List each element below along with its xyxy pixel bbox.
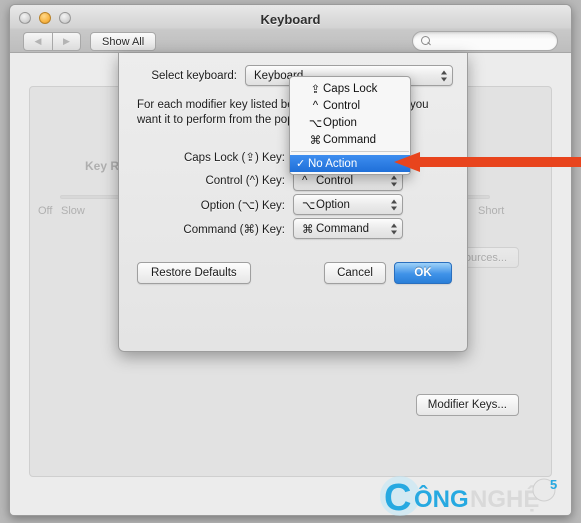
back-button[interactable]: ◀ [23, 32, 52, 51]
control-value-glyph: ^ [302, 175, 316, 187]
show-all-label: Show All [102, 36, 144, 48]
restore-defaults-button[interactable]: Restore Defaults [137, 262, 251, 284]
ok-label: OK [414, 267, 431, 279]
forward-button[interactable]: ▶ [52, 32, 81, 51]
stepper-arrows-icon [390, 198, 397, 211]
off-label: Off [38, 205, 52, 217]
command-label: Command (⌘) Key: [137, 222, 285, 236]
svg-text:ÔNG: ÔNG [414, 485, 469, 513]
option-glyph-icon: ⌥ [308, 116, 323, 130]
forward-arrow-icon: ▶ [63, 36, 70, 47]
caps-lock-label: Caps Lock (⇪) Key: [137, 150, 285, 164]
command-glyph-icon: ⌘ [308, 133, 323, 147]
svg-text:5: 5 [550, 477, 557, 492]
congnghe-watermark-logo: C ÔNG NGHỆ 5 [378, 474, 568, 518]
caps-lock-popup-menu: ⇪ Caps Lock ^ Control ⌥ Option ⌘ Command [289, 76, 411, 175]
window-title: Keyboard [10, 12, 571, 27]
search-input[interactable] [421, 35, 567, 47]
svg-text:C: C [384, 477, 411, 518]
menu-item-no-action[interactable]: ✓ No Action [290, 155, 410, 172]
command-value-glyph: ⌘ [302, 222, 316, 236]
option-popup[interactable]: ⌥ Option [293, 194, 403, 215]
ok-button[interactable]: OK [394, 262, 452, 284]
modifier-keys-label: Modifier Keys... [428, 399, 507, 411]
command-popup[interactable]: ⌘ Command [293, 218, 403, 239]
stepper-arrows-icon [440, 69, 447, 82]
menu-item-option[interactable]: ⌥ Option [290, 114, 410, 131]
cancel-label: Cancel [337, 267, 373, 279]
window-titlebar: Keyboard ◀ ▶ Show All [10, 5, 571, 53]
restore-defaults-label: Restore Defaults [151, 267, 237, 279]
modifier-keys-sheet: Select keyboard: Keyboard For each modif… [118, 53, 468, 352]
option-label: Option (⌥) Key: [137, 198, 285, 212]
menu-item-label: No Action [308, 158, 357, 170]
control-value: Control [316, 175, 353, 187]
menu-item-control[interactable]: ^ Control [290, 97, 410, 114]
option-value: Option [316, 199, 350, 211]
modifier-keys-button[interactable]: Modifier Keys... [416, 394, 519, 416]
svg-text:NGHỆ: NGHỆ [470, 485, 539, 513]
keyboard-preferences-window: Keyboard ◀ ▶ Show All Key Repeat Delay U… [9, 4, 572, 516]
short-label: Short [478, 205, 504, 217]
menu-item-caps-lock[interactable]: ⇪ Caps Lock [290, 80, 410, 97]
menu-item-command[interactable]: ⌘ Command [290, 131, 410, 148]
navigation-buttons: ◀ ▶ [23, 32, 81, 51]
menu-item-label: Caps Lock [323, 83, 377, 95]
slow-label: Slow [61, 205, 85, 217]
cancel-button[interactable]: Cancel [324, 262, 386, 284]
caps-lock-glyph-icon: ⇪ [308, 82, 323, 96]
command-value: Command [316, 223, 369, 235]
check-mark-icon: ✓ [296, 157, 308, 170]
menu-item-label: Control [323, 100, 360, 112]
select-keyboard-label: Select keyboard: [137, 70, 237, 82]
show-all-button[interactable]: Show All [90, 32, 156, 51]
stepper-arrows-icon [390, 222, 397, 235]
stepper-arrows-icon [390, 174, 397, 187]
command-row: Command (⌘) Key: ⌘ Command [137, 218, 403, 239]
menu-item-label: Command [323, 134, 376, 146]
control-glyph-icon: ^ [308, 100, 323, 112]
back-arrow-icon: ◀ [35, 36, 42, 47]
preferences-body: Key Repeat Delay Until Repeat Off Slow S… [10, 53, 571, 516]
search-field[interactable] [412, 31, 558, 51]
control-label: Control (^) Key: [137, 175, 285, 187]
option-value-glyph: ⌥ [302, 198, 316, 212]
option-row: Option (⌥) Key: ⌥ Option [137, 194, 403, 215]
menu-separator [291, 151, 409, 152]
menu-item-label: Option [323, 117, 357, 129]
